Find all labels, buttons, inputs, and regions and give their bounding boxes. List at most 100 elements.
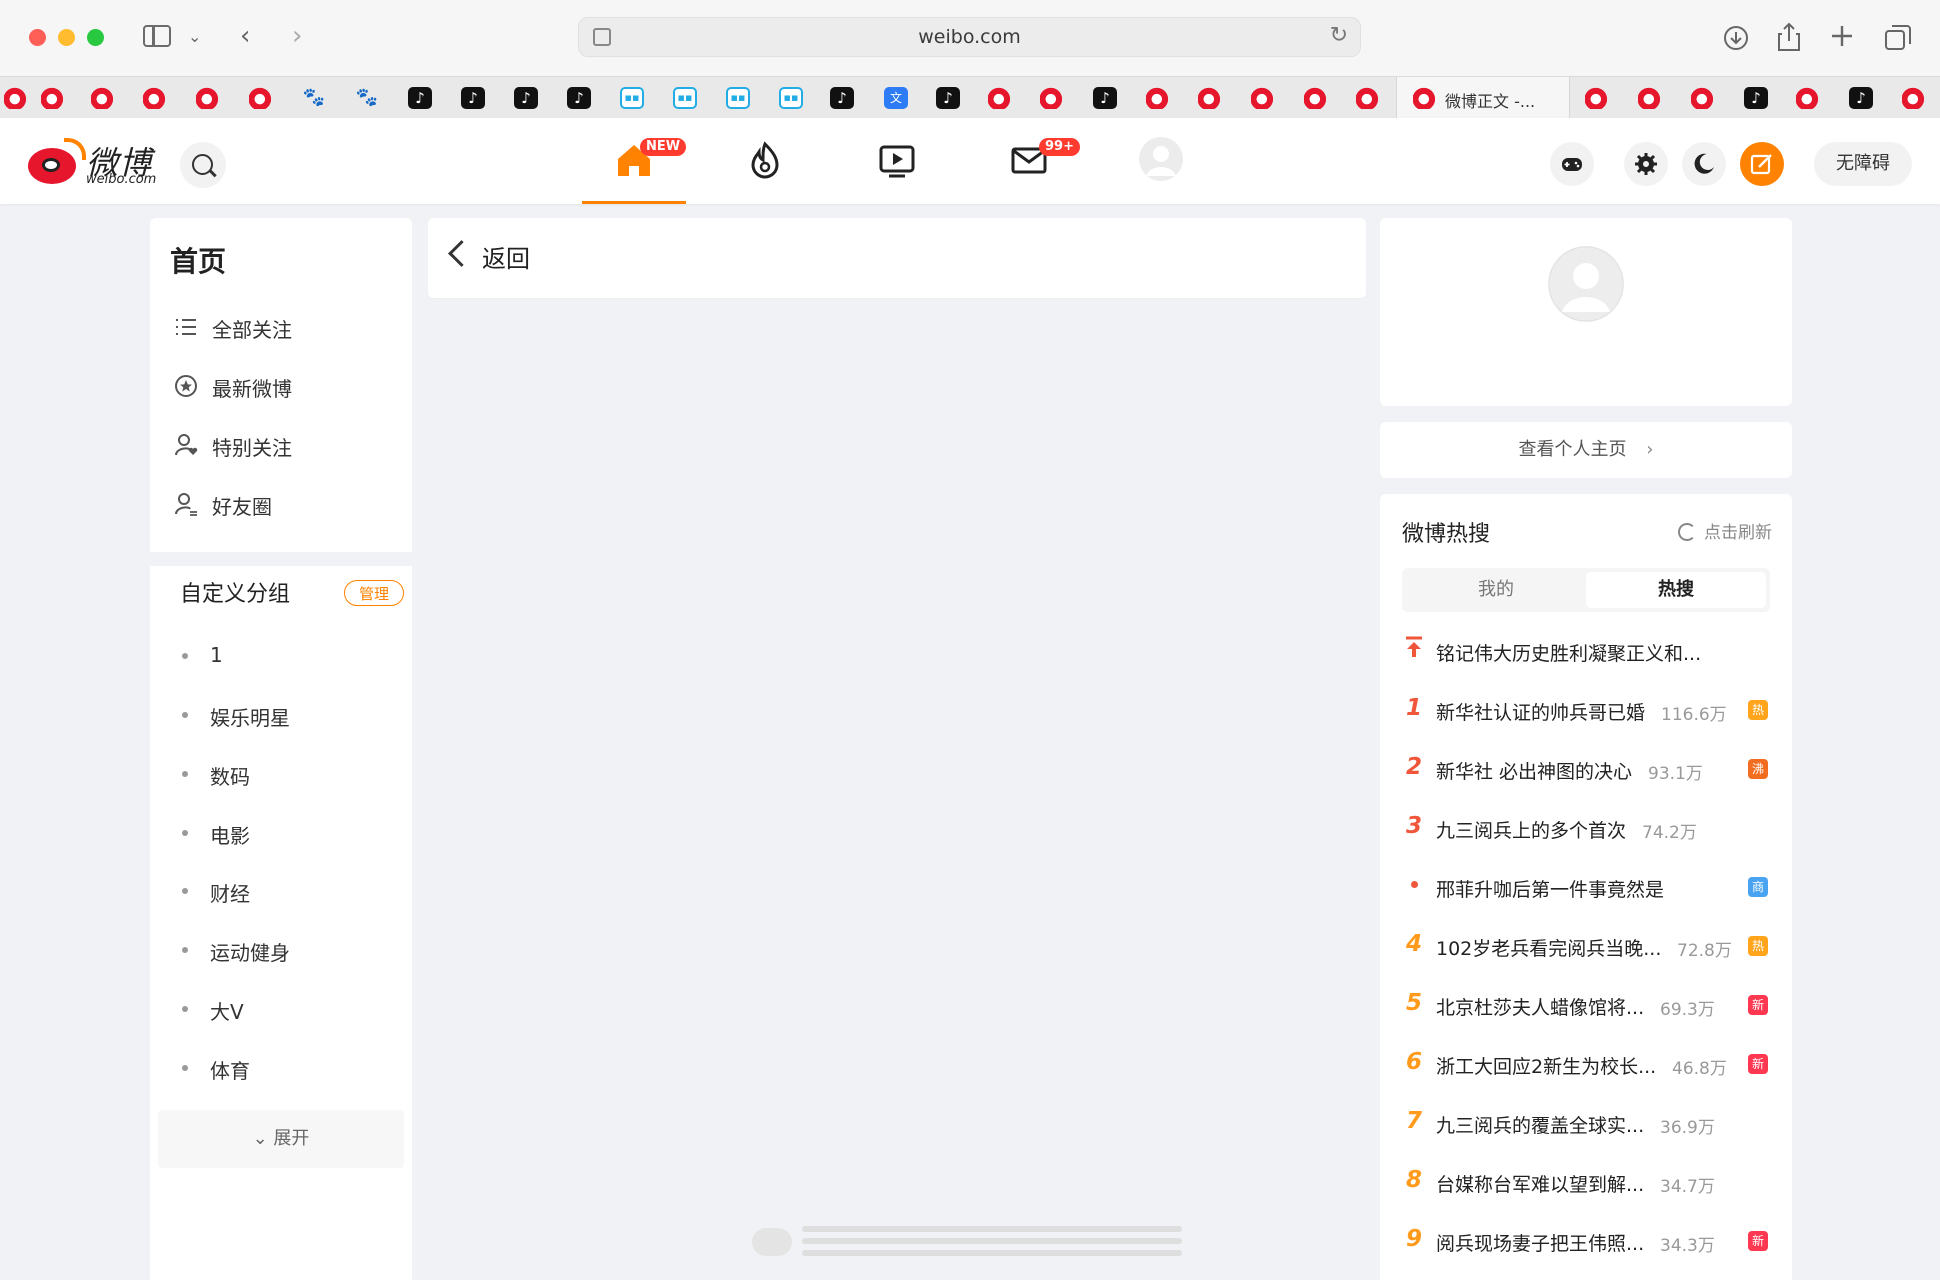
address-bar[interactable]: weibo.com ↻ bbox=[578, 17, 1361, 57]
weibo-tab-icon[interactable] bbox=[1638, 87, 1662, 109]
baidu-tab-icon[interactable]: 🐾 bbox=[302, 87, 326, 109]
douyin-tab-icon[interactable]: ♪ bbox=[1093, 87, 1117, 109]
hot-search-tabs: 我的 热搜 bbox=[1402, 568, 1770, 612]
nav-video[interactable] bbox=[845, 118, 949, 204]
nav-hot[interactable] bbox=[713, 118, 817, 204]
active-tab[interactable]: 微博正文 -... bbox=[1396, 77, 1570, 119]
forward-arrow-icon[interactable]: › bbox=[292, 21, 302, 51]
weibo-logo[interactable]: 微博 weibo.com bbox=[28, 138, 163, 187]
view-profile-link[interactable]: 查看个人主页 › bbox=[1380, 422, 1792, 478]
document-tab-icon[interactable]: 文 bbox=[884, 87, 908, 109]
tab-overview-icon[interactable] bbox=[1884, 23, 1912, 51]
weibo-tab-icon[interactable] bbox=[1902, 87, 1926, 109]
dark-mode-button[interactable] bbox=[1682, 142, 1726, 186]
weibo-tab-icon[interactable] bbox=[988, 87, 1012, 109]
hot-search-count: 46.8万 bbox=[1672, 1059, 1727, 1079]
bilibili-tab-icon[interactable]: ▪▪ bbox=[779, 87, 803, 109]
nav-messages[interactable]: 99+ bbox=[977, 118, 1081, 204]
minimize-window-button[interactable] bbox=[58, 29, 75, 46]
hot-search-row[interactable]: 9 阅兵现场妻子把王伟照... 34.3万 新 bbox=[1402, 1222, 1770, 1262]
weibo-tab-icon[interactable] bbox=[143, 87, 167, 109]
refresh-button[interactable]: 点击刷新 bbox=[1678, 518, 1772, 543]
settings-button[interactable] bbox=[1624, 142, 1668, 186]
avatar[interactable] bbox=[1548, 246, 1624, 322]
weibo-tab-icon[interactable] bbox=[1198, 87, 1222, 109]
rank-number: 6 bbox=[1405, 1049, 1422, 1075]
douyin-tab-icon[interactable]: ♪ bbox=[1849, 87, 1873, 109]
weibo-tab-icon[interactable] bbox=[91, 87, 115, 109]
baidu-tab-icon[interactable]: 🐾 bbox=[355, 87, 379, 109]
group-item[interactable]: 电影 bbox=[182, 814, 382, 850]
group-item[interactable]: 1 bbox=[182, 637, 382, 673]
douyin-tab-icon[interactable]: ♪ bbox=[408, 87, 432, 109]
weibo-tab-icon bbox=[1413, 87, 1437, 109]
bilibili-tab-icon[interactable]: ▪▪ bbox=[726, 87, 750, 109]
group-item[interactable]: 数码 bbox=[182, 755, 382, 791]
hot-search-tag: 热 bbox=[1748, 936, 1768, 956]
douyin-tab-icon[interactable]: ♪ bbox=[830, 87, 854, 109]
douyin-tab-icon[interactable]: ♪ bbox=[936, 87, 960, 109]
back-arrow-icon[interactable]: ‹ bbox=[240, 21, 250, 51]
group-item[interactable]: 大V bbox=[182, 990, 382, 1026]
reload-icon[interactable]: ↻ bbox=[1330, 23, 1348, 48]
weibo-tab-icon[interactable] bbox=[1691, 87, 1715, 109]
back-button[interactable]: 返回 bbox=[448, 236, 548, 276]
game-button[interactable] bbox=[1550, 142, 1594, 186]
nav-home[interactable]: NEW bbox=[582, 118, 687, 204]
weibo-tab-icon[interactable] bbox=[1585, 87, 1609, 109]
weibo-tab-icon[interactable] bbox=[1796, 87, 1820, 109]
weibo-tab-icon[interactable] bbox=[1304, 87, 1328, 109]
download-icon[interactable] bbox=[1722, 24, 1750, 52]
group-item[interactable]: 体育 bbox=[182, 1049, 382, 1085]
weibo-tab-icon[interactable] bbox=[1356, 87, 1380, 109]
hot-search-row[interactable]: 6 浙工大回应2新生为校长... 46.8万 新 bbox=[1402, 1045, 1770, 1085]
weibo-tab-icon[interactable] bbox=[1146, 87, 1170, 109]
sidebar-item-friends[interactable]: 好友圈 bbox=[174, 483, 404, 523]
expand-groups-button[interactable]: ⌄ 展开 bbox=[158, 1110, 404, 1168]
accessibility-button[interactable]: 无障碍 bbox=[1814, 142, 1912, 186]
group-item[interactable]: 运动健身 bbox=[182, 931, 382, 967]
hot-search-row[interactable]: 1 新华社认证的帅兵哥已婚 116.6万 热 bbox=[1402, 691, 1770, 731]
compose-button[interactable] bbox=[1740, 142, 1784, 186]
hot-search-row[interactable]: 8 台媒称台军难以望到解... 34.7万 bbox=[1402, 1163, 1770, 1203]
hot-search-text: 北京杜莎夫人蜡像馆将... bbox=[1436, 997, 1645, 1019]
share-icon[interactable] bbox=[1776, 22, 1802, 52]
tab-hot-search[interactable]: 热搜 bbox=[1586, 572, 1766, 608]
search-button[interactable] bbox=[180, 142, 226, 188]
sidebar-item-latest[interactable]: 最新微博 bbox=[174, 365, 404, 405]
douyin-tab-icon[interactable]: ♪ bbox=[461, 87, 485, 109]
douyin-tab-icon[interactable]: ♪ bbox=[567, 87, 591, 109]
manage-groups-button[interactable]: 管理 bbox=[344, 580, 404, 606]
weibo-tab-icon[interactable] bbox=[1251, 87, 1275, 109]
new-tab-icon[interactable] bbox=[1830, 24, 1854, 48]
hot-search-row[interactable]: 邢菲升咖后第一件事竟然是 商 bbox=[1402, 868, 1770, 908]
sidebar-item-label: 最新微博 bbox=[212, 377, 292, 401]
douyin-tab-icon[interactable]: ♪ bbox=[514, 87, 538, 109]
weibo-tab-icon[interactable] bbox=[249, 87, 273, 109]
group-item[interactable]: 娱乐明星 bbox=[182, 696, 382, 732]
sidebar-item-all-follow[interactable]: 全部关注 bbox=[174, 306, 404, 346]
weibo-tab-icon[interactable] bbox=[1040, 87, 1064, 109]
sidebar-item-special[interactable]: 特别关注 bbox=[174, 424, 404, 464]
bilibili-tab-icon[interactable]: ▪▪ bbox=[620, 87, 644, 109]
sidebar-toggle-icon[interactable] bbox=[143, 25, 171, 47]
hot-search-row[interactable]: 铭记伟大历史胜利凝聚正义和... bbox=[1402, 632, 1770, 672]
hot-search-row[interactable]: 2 新华社 必出神图的决心 93.1万 沸 bbox=[1402, 750, 1770, 790]
close-window-button[interactable] bbox=[29, 29, 46, 46]
douyin-tab-icon[interactable]: ♪ bbox=[1744, 87, 1768, 109]
hot-search-row[interactable]: 5 北京杜莎夫人蜡像馆将... 69.3万 新 bbox=[1402, 986, 1770, 1026]
nav-profile[interactable] bbox=[1109, 118, 1213, 204]
hot-search-tag: 热 bbox=[1748, 700, 1768, 720]
bilibili-tab-icon[interactable]: ▪▪ bbox=[673, 87, 697, 109]
weibo-tab-icon[interactable] bbox=[196, 87, 220, 109]
hot-search-row[interactable]: 4 102岁老兵看完阅兵当晚... 72.8万热 bbox=[1402, 927, 1770, 967]
tab-mine[interactable]: 我的 bbox=[1406, 572, 1586, 608]
zoom-window-button[interactable] bbox=[87, 29, 104, 46]
weibo-tab-icon[interactable] bbox=[4, 87, 28, 109]
tab-strip: 🐾 🐾 ♪ ♪ ♪ ♪ ▪▪ ▪▪ ▪▪ ▪▪ ♪ 文 ♪ ♪ 微博正文 -..… bbox=[0, 76, 1940, 119]
hot-search-row[interactable]: 3 九三阅兵上的多个首次 74.2万 bbox=[1402, 809, 1770, 849]
chevron-down-icon[interactable]: ⌄ bbox=[188, 22, 201, 52]
group-item[interactable]: 财经 bbox=[182, 872, 382, 908]
hot-search-row[interactable]: 7 九三阅兵的覆盖全球实... 36.9万 bbox=[1402, 1104, 1770, 1144]
weibo-tab-icon[interactable] bbox=[41, 87, 65, 109]
